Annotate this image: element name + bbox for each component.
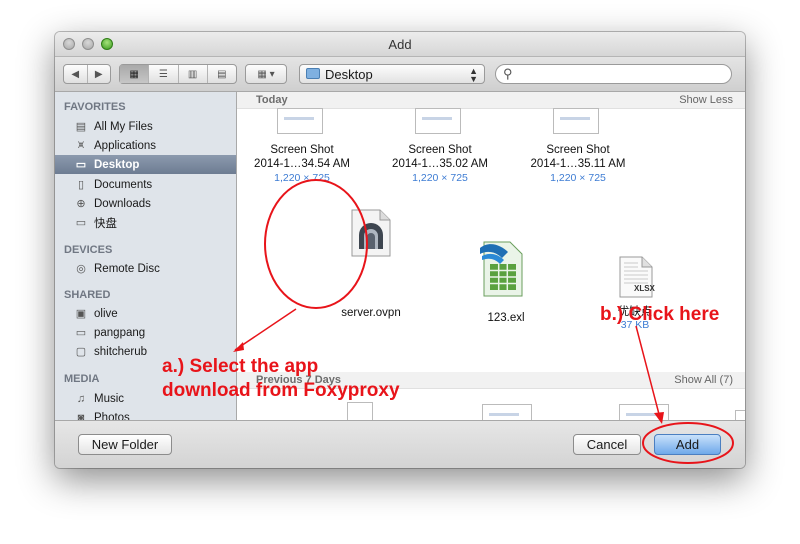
arrowhead-a [233,342,244,352]
annotation-text-b: b.) Click here [600,304,720,325]
annotation-text-a-line1: a.) Select the app [162,356,319,377]
highlight-circle-add-button [642,422,734,464]
annotation-arrow-a [234,308,297,351]
annotation-text-a-line2: download from Foxyproxy [162,380,400,401]
annotation-arrow-b [635,325,661,419]
arrowhead-b [654,412,664,424]
highlight-circle-server-ovpn [264,179,368,309]
annotation-overlay [233,179,734,464]
